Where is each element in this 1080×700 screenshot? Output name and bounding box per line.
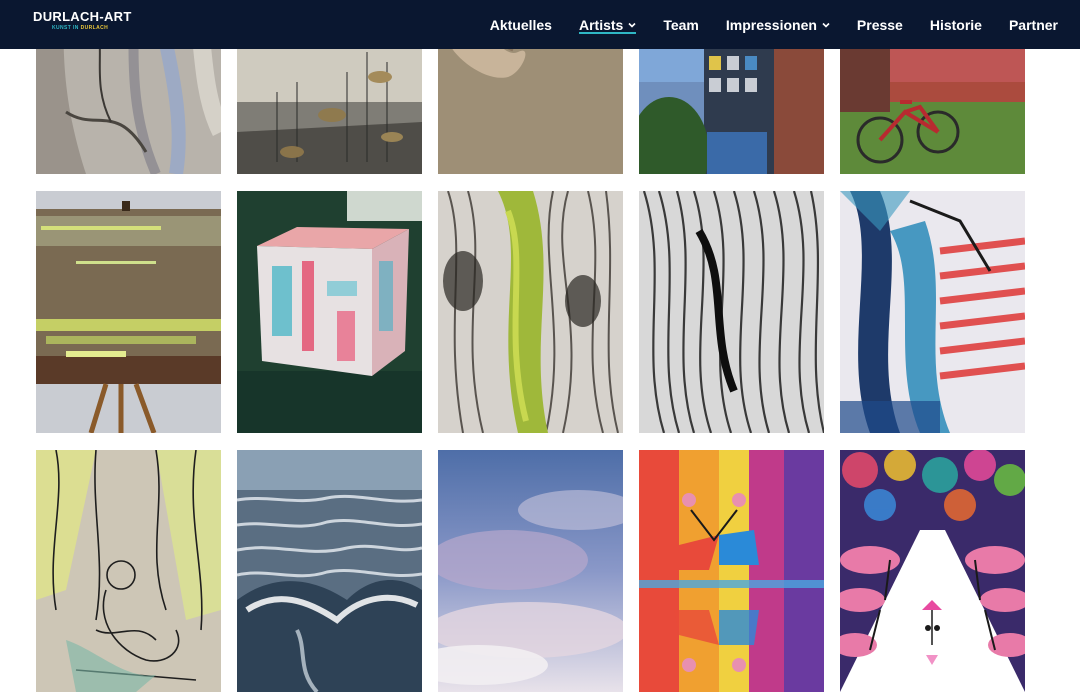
easel-abstract-image (36, 191, 221, 433)
nav-item-partner[interactable]: Partner (1009, 0, 1058, 49)
gallery-tile-colorful-stripes[interactable] (840, 191, 1025, 433)
painted-cube-image (237, 191, 422, 433)
nav-item-team[interactable]: Team (663, 0, 699, 49)
gallery-tile-dancers-reflection[interactable] (639, 450, 824, 692)
logo-tagline-part-a: KUNST IN (52, 25, 79, 31)
nav-label-presse: Presse (856, 16, 903, 33)
nav-item-impressionen[interactable]: Impressionen (726, 0, 830, 49)
gallery-tile-bw-wood-drawing[interactable] (639, 191, 824, 433)
nav-label-historie: Historie (929, 16, 982, 33)
colorful-stripes-image (840, 191, 1025, 433)
top-navbar: DURLACH-ART KUNST IN DURLACH Aktuelles A… (0, 0, 1080, 49)
artist-gallery (0, 0, 1080, 700)
chevron-down-icon (822, 22, 830, 28)
gallery-tile-tree-ink-sketch[interactable] (36, 450, 221, 692)
bw-wood-drawing-image (639, 191, 824, 433)
main-menu: Aktuelles Artists Team Impressionen Pres… (463, 0, 1058, 49)
nav-item-presse[interactable]: Presse (857, 0, 903, 49)
logo-tagline-part-b: DURLACH (80, 25, 109, 31)
ocean-waves-image (237, 450, 422, 692)
chevron-down-icon (628, 22, 636, 28)
logo-title: DURLACH-ART (33, 9, 132, 24)
sky-clouds-image (438, 450, 623, 692)
gallery-tile-ocean-waves[interactable] (237, 450, 422, 692)
nav-item-artists[interactable]: Artists (578, 0, 637, 49)
logo-tagline: KUNST IN DURLACH (52, 25, 132, 31)
nav-label-artists: Artists (578, 16, 624, 33)
tree-ink-sketch-image (36, 450, 221, 692)
nav-item-aktuelles[interactable]: Aktuelles (490, 0, 552, 49)
nav-item-historie[interactable]: Historie (930, 0, 982, 49)
nav-label-impressionen: Impressionen (725, 16, 817, 33)
gallery-tile-easel-abstract[interactable] (36, 191, 221, 433)
nav-label-team: Team (663, 16, 699, 33)
gallery-tile-painted-cube[interactable] (237, 191, 422, 433)
gallery-tile-sky-clouds[interactable] (438, 450, 623, 692)
gallery-tile-green-wood-grain[interactable] (438, 191, 623, 433)
nav-label-aktuelles: Aktuelles (489, 16, 552, 33)
green-wood-grain-image (438, 191, 623, 433)
dancers-reflection-image (639, 450, 824, 692)
site-logo[interactable]: DURLACH-ART KUNST IN DURLACH (33, 9, 132, 32)
nav-label-partner: Partner (1008, 16, 1058, 33)
gallery-tile-cherry-blossom-path[interactable] (840, 450, 1025, 692)
cherry-blossom-path-image (840, 450, 1025, 692)
